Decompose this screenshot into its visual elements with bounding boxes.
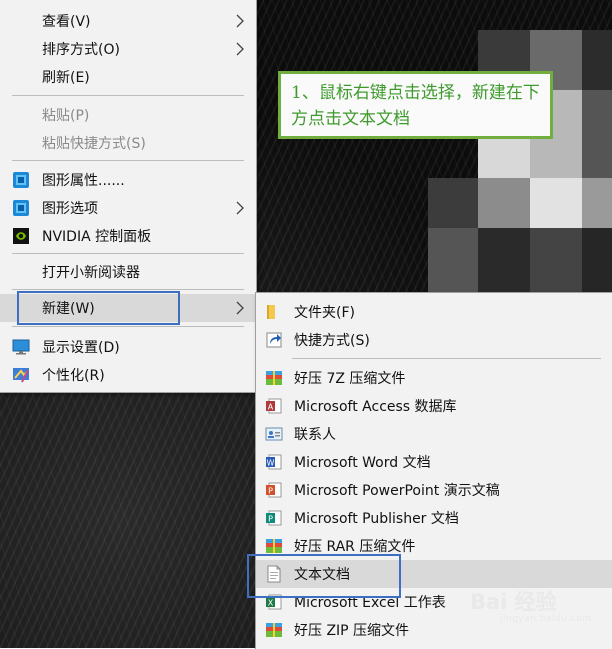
menu-separator [292,358,601,359]
highlight-box-text-document [247,554,401,598]
submenu-item-7z-archive[interactable]: 好压 7Z 压缩文件 [256,364,612,392]
submenu-item-shortcut[interactable]: 快捷方式(S) [256,326,612,354]
menu-item-display-settings[interactable]: 显示设置(D) [0,333,256,361]
chevron-right-icon [236,301,244,315]
menu-item-graphics-options[interactable]: 图形选项 [0,194,256,222]
mosaic-block [530,228,582,293]
folder-icon [267,305,275,319]
submenu-item-label: 好压 RAR 压缩文件 [294,539,416,555]
menu-separator [12,95,244,96]
menu-item-label: 图形选项 [42,201,98,217]
svg-text:X: X [268,599,274,608]
highlight-box-new [17,291,180,325]
mosaic-block [582,90,612,178]
word-icon: W [266,454,282,470]
menu-item-refresh[interactable]: 刷新(E) [0,63,256,91]
display-icon [12,339,30,355]
intel-graphics-icon [13,172,29,188]
archive-icon [266,371,282,385]
chevron-right-icon [236,42,244,56]
svg-text:W: W [267,459,275,468]
baidu-watermark: Bai 经验 jingyan.baidu.com [470,586,592,624]
mosaic-block [478,178,530,228]
menu-item-paste-shortcut[interactable]: 粘贴快捷方式(S) [0,129,256,157]
menu-item-sort-by[interactable]: 排序方式(O) [0,35,256,63]
submenu-item-contact[interactable]: 联系人 [256,420,612,448]
callout-text: 1、鼠标右键点击选择，新建在下方点击文本文档 [291,83,540,129]
svg-text:P: P [268,487,273,496]
menu-item-label: 粘贴(P) [42,108,90,124]
menu-item-label: 粘贴快捷方式(S) [42,136,146,152]
watermark-text: Bai 经验 [470,590,557,614]
submenu-item-folder[interactable]: 文件夹(F) [256,298,612,326]
menu-item-personalize[interactable]: 个性化(R) [0,361,256,389]
menu-item-label: 显示设置(D) [42,340,120,356]
menu-item-open-reader[interactable]: 打开小新阅读器 [0,258,256,286]
mosaic-block [428,228,478,293]
menu-item-label: 图形属性...... [42,173,125,189]
submenu-item-label: 联系人 [294,427,336,443]
menu-item-graphics-properties[interactable]: 图形属性...... [0,166,256,194]
submenu-item-label: 快捷方式(S) [294,333,370,349]
powerpoint-icon: P [266,482,282,498]
archive-icon [266,623,282,637]
submenu-item-publisher-document[interactable]: P Microsoft Publisher 文档 [256,504,612,532]
mosaic-block [428,178,478,228]
intel-graphics-icon [13,200,29,216]
archive-icon [266,539,282,553]
mosaic-block [582,178,612,228]
nvidia-icon [13,228,29,244]
menu-item-nvidia-control-panel[interactable]: NVIDIA 控制面板 [0,222,256,250]
submenu-item-word-document[interactable]: W Microsoft Word 文档 [256,448,612,476]
menu-item-label: 排序方式(O) [42,42,120,58]
menu-separator [12,253,244,254]
submenu-item-label: 文件夹(F) [294,305,355,321]
publisher-icon: P [266,510,282,526]
svg-text:P: P [268,515,273,524]
submenu-item-label: 好压 7Z 压缩文件 [294,371,406,387]
chevron-right-icon [236,14,244,28]
personalize-icon [13,368,29,383]
menu-separator [12,289,244,290]
chevron-right-icon [236,201,244,215]
menu-item-paste[interactable]: 粘贴(P) [0,101,256,129]
submenu-item-label: Microsoft Word 文档 [294,455,431,471]
instruction-callout: 1、鼠标右键点击选择，新建在下方点击文本文档 [278,71,553,139]
svg-text:A: A [268,403,274,412]
access-icon: A [266,398,282,414]
mosaic-block [582,228,612,293]
watermark-url: jingyan.baidu.com [500,614,592,624]
menu-item-label: 查看(V) [42,14,91,30]
menu-item-label: 个性化(R) [42,368,105,384]
menu-separator [12,326,244,327]
menu-item-label: 刷新(E) [42,70,90,86]
shortcut-icon [266,332,282,348]
mosaic-block [530,178,582,228]
submenu-item-label: Microsoft Access 数据库 [294,399,457,415]
mosaic-block [582,30,612,90]
menu-item-label: 打开小新阅读器 [42,265,140,281]
submenu-item-label: 好压 ZIP 压缩文件 [294,623,410,639]
submenu-item-label: Microsoft Publisher 文档 [294,511,459,527]
contact-icon [265,427,283,441]
submenu-item-powerpoint-presentation[interactable]: P Microsoft PowerPoint 演示文稿 [256,476,612,504]
mosaic-block [478,228,530,293]
submenu-item-label: Microsoft PowerPoint 演示文稿 [294,483,500,499]
submenu-item-access-database[interactable]: A Microsoft Access 数据库 [256,392,612,420]
menu-item-label: NVIDIA 控制面板 [42,229,152,245]
menu-separator [12,160,244,161]
desktop-context-menu: 查看(V) 排序方式(O) 刷新(E) 粘贴(P) 粘贴快捷方式(S) 图形属性… [0,0,257,393]
menu-item-view[interactable]: 查看(V) [0,7,256,35]
